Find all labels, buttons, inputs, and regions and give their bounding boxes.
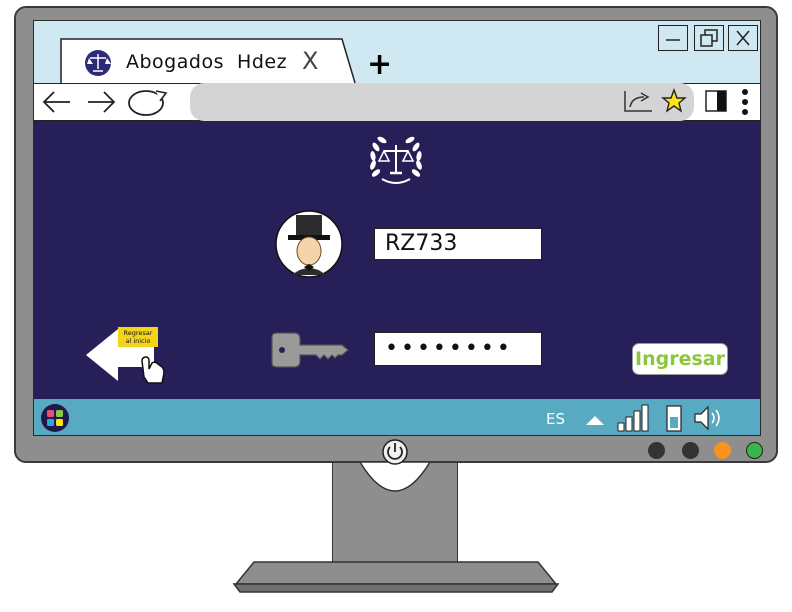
law-scales-laurel-icon <box>370 136 422 184</box>
address-bar[interactable] <box>190 83 694 121</box>
minimize-icon[interactable] <box>658 25 688 51</box>
back-arrow-icon[interactable] <box>38 85 78 119</box>
signal-icon[interactable] <box>616 403 656 433</box>
back-to-start-button[interactable]: Regresar al inicio <box>82 321 178 387</box>
share-icon[interactable] <box>622 87 656 115</box>
back-to-start-label: Regresar al inicio <box>118 327 158 347</box>
language-indicator[interactable]: ES <box>546 410 565 428</box>
forward-arrow-icon[interactable] <box>82 85 122 119</box>
tab-favicon-law-scales-icon <box>80 45 116 85</box>
back-label-line-2: al inicio <box>125 337 151 345</box>
new-tab-button[interactable]: + <box>367 50 392 80</box>
more-menu-icon[interactable] <box>736 85 754 119</box>
tab-title[interactable]: Abogados Hdez <box>126 51 287 73</box>
password-field[interactable]: •••••••• <box>374 332 542 366</box>
refresh-icon[interactable] <box>126 85 172 119</box>
username-value: RZ733 <box>385 231 458 256</box>
lawyer-top-hat-avatar <box>275 210 343 278</box>
status-led-1 <box>648 442 665 459</box>
status-led-2 <box>682 442 699 459</box>
battery-icon[interactable] <box>664 403 684 433</box>
restore-icon[interactable] <box>694 25 724 51</box>
power-button-icon[interactable] <box>380 437 410 467</box>
monitor-screen: Abogados Hdez X + RZ733 •••••••• Regresa… <box>33 20 761 436</box>
tab-close-icon[interactable]: X <box>302 49 318 73</box>
tray-arrow-icon[interactable] <box>584 413 606 427</box>
windows-start-icon[interactable] <box>40 403 70 433</box>
volume-icon[interactable] <box>692 403 726 433</box>
status-led-power <box>746 442 763 459</box>
back-label-line-1: Regresar <box>123 329 153 337</box>
status-led-3 <box>714 442 731 459</box>
close-icon[interactable] <box>728 25 758 51</box>
bookmark-star-icon[interactable] <box>660 87 688 115</box>
password-mask: •••••••• <box>385 336 513 361</box>
key-icon <box>271 332 349 368</box>
submit-login-button[interactable]: Ingresar <box>632 343 728 375</box>
username-field[interactable]: RZ733 <box>374 228 542 260</box>
sidebar-icon[interactable] <box>702 87 730 115</box>
